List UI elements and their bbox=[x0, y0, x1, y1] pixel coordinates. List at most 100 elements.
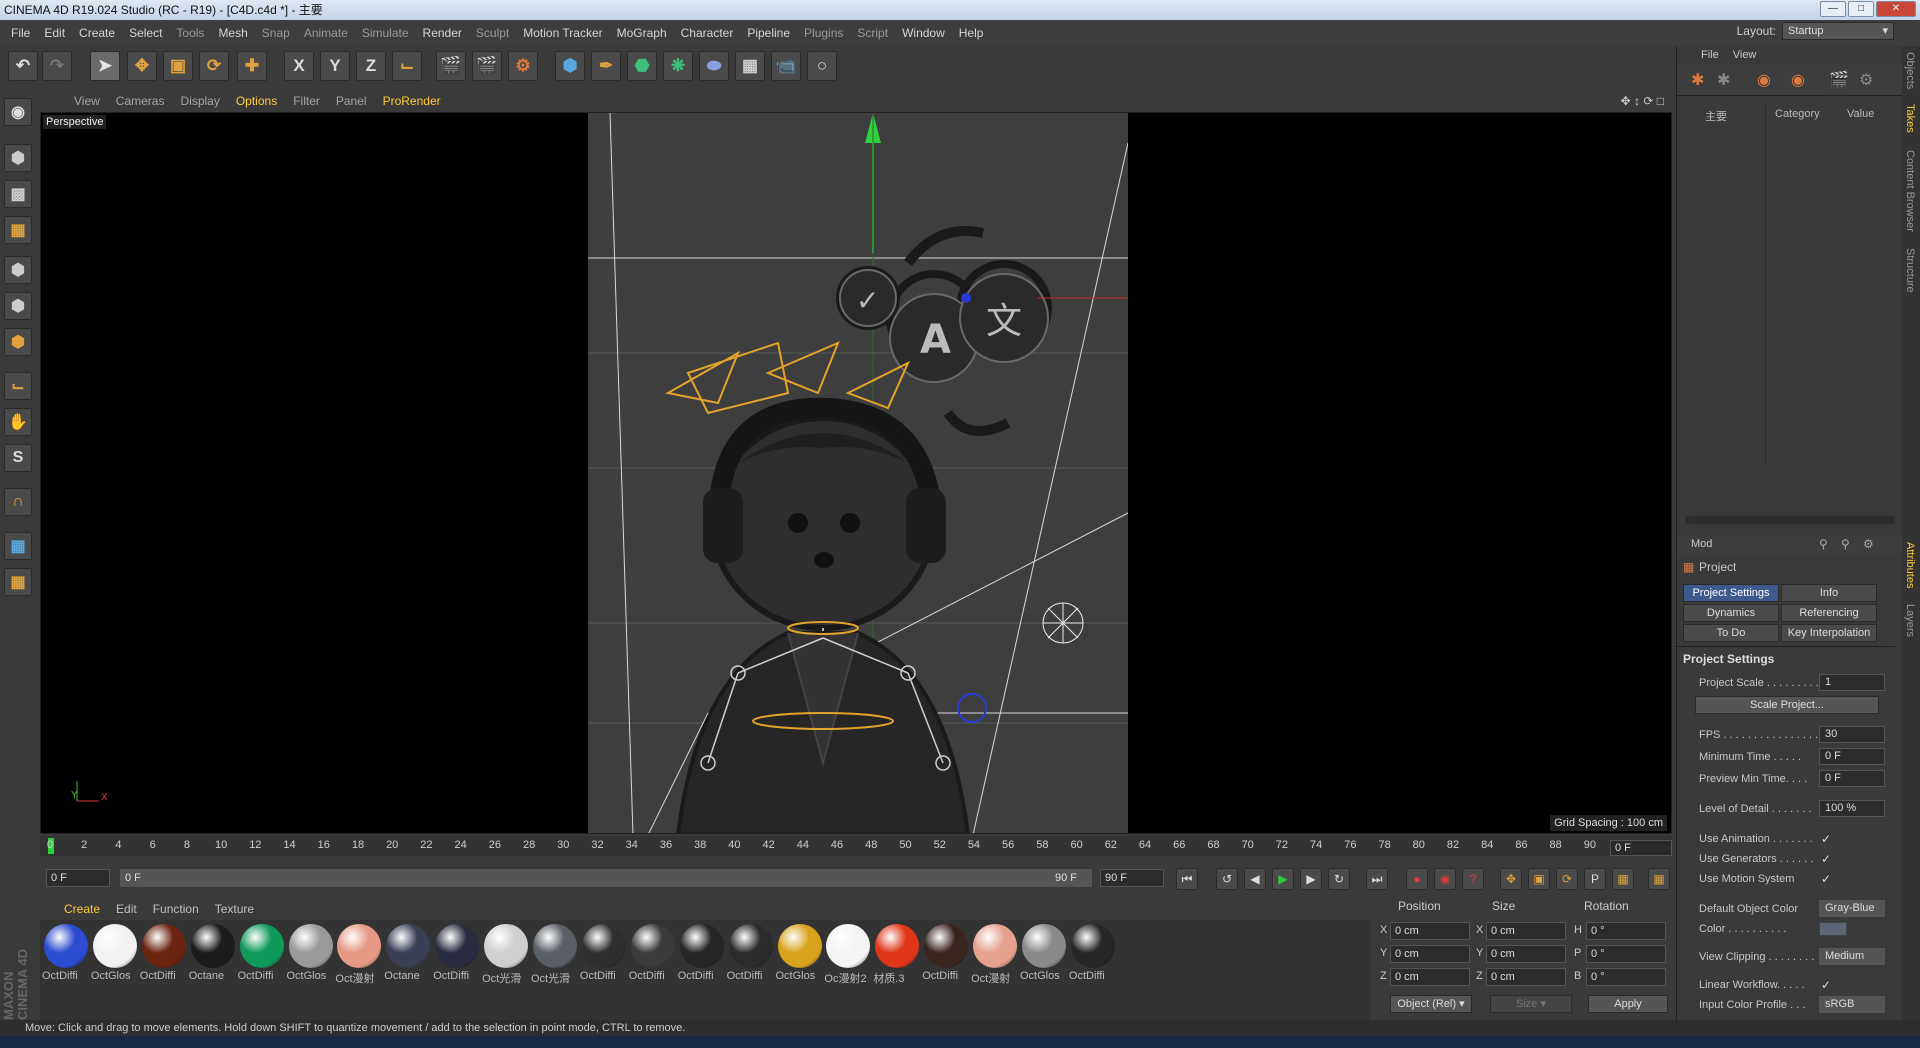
menu-motion-tracker[interactable]: Motion Tracker bbox=[516, 26, 609, 40]
texture-mode-icon[interactable]: ▩ bbox=[4, 180, 32, 208]
maximize-button[interactable]: □ bbox=[1848, 1, 1874, 17]
level-of-detail-value[interactable]: 100 % bbox=[1819, 800, 1885, 817]
side-tab-takes[interactable]: Takes bbox=[1904, 104, 1916, 133]
viewport-menu-cameras[interactable]: Cameras bbox=[108, 94, 173, 108]
close-button[interactable]: ✕ bbox=[1876, 1, 1916, 17]
material-item[interactable]: Oct漫射 bbox=[971, 924, 1019, 986]
material-item[interactable]: Oc漫射2 bbox=[824, 924, 872, 986]
tab-to-do[interactable]: To Do bbox=[1683, 624, 1779, 642]
end-frame-field[interactable]: 90 F bbox=[1100, 869, 1164, 887]
camera-icon[interactable]: 📹 bbox=[771, 51, 801, 81]
coord-pos-x-field[interactable]: 0 cm bbox=[1390, 922, 1470, 940]
tab-dynamics[interactable]: Dynamics bbox=[1683, 604, 1779, 622]
search-icon[interactable]: ⚲ bbox=[1819, 537, 1828, 551]
tab-info[interactable]: Info bbox=[1781, 584, 1877, 602]
view-clipping-dropdown[interactable]: Medium bbox=[1819, 948, 1885, 965]
material-menu-create[interactable]: Create bbox=[56, 902, 108, 916]
take-auto-icon[interactable]: ◉ bbox=[1791, 70, 1805, 90]
workplane-icon[interactable]: ▦ bbox=[4, 216, 32, 244]
menu-mograph[interactable]: MoGraph bbox=[610, 26, 674, 40]
viewport-menu-panel[interactable]: Panel bbox=[328, 94, 375, 108]
polygons-mode-icon[interactable]: ⬢ bbox=[4, 328, 32, 356]
coord-pos-y-field[interactable]: 0 cm bbox=[1390, 945, 1470, 963]
undo-icon[interactable]: ↶ bbox=[8, 51, 38, 81]
coord-rot-h-field[interactable]: 0 ° bbox=[1586, 922, 1666, 940]
menu-character[interactable]: Character bbox=[674, 26, 741, 40]
scale-icon[interactable]: ▣ bbox=[163, 51, 193, 81]
keyframe-selection-icon[interactable]: ? bbox=[1462, 868, 1484, 890]
start-frame-field[interactable]: 0 F bbox=[46, 869, 110, 887]
menu-plugins[interactable]: Plugins bbox=[797, 26, 850, 40]
cube-icon[interactable]: ⬢ bbox=[555, 51, 585, 81]
viewport-menu-view[interactable]: View bbox=[66, 94, 108, 108]
z-axis-icon[interactable]: Z bbox=[356, 51, 386, 81]
viewport-menu-display[interactable]: Display bbox=[172, 94, 227, 108]
attributes-mode-menu[interactable]: Mod bbox=[1691, 538, 1712, 550]
x-axis-icon[interactable]: X bbox=[284, 51, 314, 81]
key-position-icon[interactable]: ✥ bbox=[1500, 868, 1522, 890]
use-animation-checkbox[interactable]: ✓ bbox=[1821, 830, 1831, 848]
material-item[interactable]: OctGlos bbox=[1020, 924, 1068, 982]
menu-window[interactable]: Window bbox=[895, 26, 952, 40]
menu-create[interactable]: Create bbox=[72, 26, 122, 40]
key-pla-icon[interactable]: ▦ bbox=[1612, 868, 1634, 890]
side-tab-attributes[interactable]: Attributes bbox=[1904, 542, 1916, 588]
tweak-mode-icon[interactable]: ✋ bbox=[4, 408, 32, 436]
menu-pipeline[interactable]: Pipeline bbox=[740, 26, 797, 40]
coord-size-z-field[interactable]: 0 cm bbox=[1486, 968, 1566, 986]
record-keys-icon[interactable]: ● bbox=[1406, 868, 1428, 890]
render-picture-viewer-icon[interactable]: 🎬 bbox=[472, 51, 502, 81]
lock-icon[interactable]: ⚲ bbox=[1841, 537, 1850, 551]
solo-icon[interactable]: S bbox=[4, 444, 32, 472]
redo-icon[interactable]: ↷ bbox=[42, 51, 72, 81]
points-mode-icon[interactable]: ⬢ bbox=[4, 256, 32, 284]
key-scale-icon[interactable]: ▣ bbox=[1528, 868, 1550, 890]
locked-workplane-icon[interactable]: ▦ bbox=[4, 532, 32, 560]
goto-end-icon[interactable]: ⏭ bbox=[1366, 868, 1388, 890]
tab-project-settings[interactable]: Project Settings bbox=[1683, 584, 1779, 602]
timeline-ruler[interactable]: 0 2 4 6 8 10 12 14 16 18 20 22 24 26 28 30 32 34 36 38 40 42 4… bbox=[40, 836, 1672, 856]
next-frame-icon[interactable]: ▶ bbox=[1300, 868, 1322, 890]
play-icon[interactable]: ▶ bbox=[1272, 868, 1294, 890]
next-key-icon[interactable]: ↻ bbox=[1328, 868, 1350, 890]
previous-key-icon[interactable]: ↺ bbox=[1216, 868, 1238, 890]
coord-mode-dropdown[interactable]: Object (Rel) ▾ bbox=[1390, 995, 1472, 1013]
material-menu-texture[interactable]: Texture bbox=[207, 902, 262, 916]
tab-key-interpolation[interactable]: Key Interpolation bbox=[1781, 624, 1877, 642]
subdivision-icon[interactable]: ⬣ bbox=[627, 51, 657, 81]
axis-mode-icon[interactable]: ⌙ bbox=[4, 372, 32, 400]
preview-range-slider[interactable]: 0 F 90 F bbox=[120, 869, 1092, 887]
menu-tools[interactable]: Tools bbox=[169, 26, 211, 40]
coord-size-y-field[interactable]: 0 cm bbox=[1486, 945, 1566, 963]
material-item[interactable]: OctDiffi bbox=[580, 924, 628, 982]
apply-button[interactable]: Apply bbox=[1588, 995, 1668, 1013]
material-item[interactable]: OctDiffi bbox=[922, 924, 970, 982]
material-item[interactable]: Oct光滑 bbox=[531, 924, 579, 986]
menu-script[interactable]: Script bbox=[850, 26, 895, 40]
menu-file[interactable]: File bbox=[4, 26, 37, 40]
perspective-viewport[interactable]: ✓ A 文 Perspective Y X Grid Spacing: 100… bbox=[40, 112, 1672, 834]
minimize-button[interactable]: — bbox=[1820, 1, 1846, 17]
edit-render-settings-icon[interactable]: ⚙ bbox=[508, 51, 538, 81]
take-icon[interactable]: ✱ bbox=[1691, 70, 1704, 90]
use-motion-system-checkbox[interactable]: ✓ bbox=[1821, 870, 1831, 888]
objects-menu-view[interactable]: View bbox=[1733, 49, 1757, 61]
menu-mesh[interactable]: Mesh bbox=[211, 26, 254, 40]
move-icon[interactable]: ✥ bbox=[127, 51, 157, 81]
menu-simulate[interactable]: Simulate bbox=[355, 26, 416, 40]
viewport-nav-icons[interactable]: ✥ ↕ ⟳ □ bbox=[1621, 94, 1664, 108]
menu-snap[interactable]: Snap bbox=[255, 26, 297, 40]
menu-animate[interactable]: Animate bbox=[297, 26, 355, 40]
material-menu-function[interactable]: Function bbox=[145, 902, 207, 916]
floor-icon[interactable]: ▦ bbox=[735, 51, 765, 81]
world-coordinate-icon[interactable]: ⌙ bbox=[392, 51, 422, 81]
auto-keying-icon[interactable]: ◉ bbox=[1434, 868, 1456, 890]
cloner-icon[interactable]: ❋ bbox=[663, 51, 693, 81]
side-tab-structure[interactable]: Structure bbox=[1904, 248, 1916, 293]
viewport-menu-filter[interactable]: Filter bbox=[285, 94, 328, 108]
make-editable-icon[interactable]: ◉ bbox=[4, 98, 32, 126]
model-mode-icon[interactable]: ⬢ bbox=[4, 144, 32, 172]
menu-select[interactable]: Select bbox=[122, 26, 169, 40]
objects-scrollbar[interactable] bbox=[1685, 516, 1895, 524]
material-item[interactable]: OctDiffi bbox=[629, 924, 677, 982]
